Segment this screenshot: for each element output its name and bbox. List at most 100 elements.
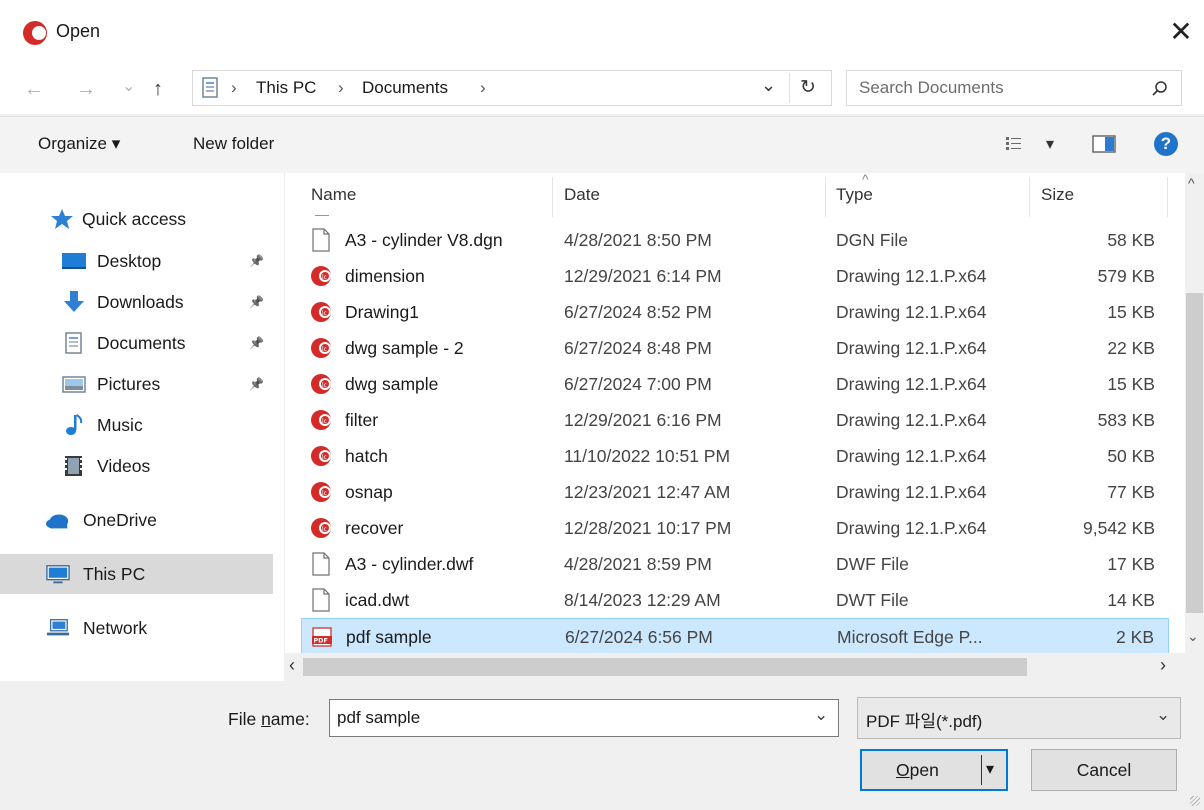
search-icon[interactable] [1151,80,1169,98]
file-date: 6/27/2024 7:00 PM [564,374,712,394]
open-options-dropdown-icon[interactable]: ▾ [986,759,994,779]
refresh-button[interactable]: ↻ [800,76,816,99]
recent-locations-button[interactable]: ⌄ [122,76,135,96]
scroll-down-button[interactable]: ⌄ [1187,628,1199,645]
file-size: 14 KB [1107,590,1155,610]
search-box[interactable]: Search Documents [846,70,1182,106]
breadcrumb-separator: › [338,78,344,97]
horizontal-scroll-thumb[interactable] [303,658,1027,676]
file-name: A3 - cylinder V8.dgn [345,230,503,250]
scroll-left-button[interactable]: ‹ [289,655,295,676]
file-date: 6/27/2024 8:48 PM [564,338,712,358]
file-name-combobox[interactable]: pdf sample ⌄ [329,699,839,737]
file-name: dimension [345,266,425,286]
file-type-select[interactable]: PDF 파일(*.pdf) ⌄ [857,697,1181,739]
breadcrumb-separator: › [231,78,237,97]
view-options-dropdown[interactable]: ▾ [1046,134,1054,154]
sidebar-item-pictures[interactable]: Pictures 📌 [0,364,273,404]
view-options-icon[interactable] [1005,135,1025,153]
sidebar-item-network[interactable]: Network [0,608,273,648]
sidebar-item-music[interactable]: Music [0,405,273,445]
file-row[interactable]: lc dwg sample - 2 6/27/2024 8:48 PM Drawing… [301,330,1169,366]
app-logo-icon [23,21,47,45]
file-size: 17 KB [1107,554,1155,574]
file-name: A3 - cylinder.dwf [345,554,474,574]
column-divider[interactable] [1029,177,1030,217]
file-row[interactable]: A3 - cylinder.dwf 4/28/2021 8:59 PM DWF Fi… [301,546,1169,582]
address-bar[interactable]: › This PC › Documents › ⌄ ↻ [192,70,832,106]
new-folder-button[interactable]: New folder [193,134,274,154]
sidebar-item-downloads[interactable]: Downloads 📌 [0,282,273,322]
sidebar-item-label: Quick access [82,208,187,229]
sidebar-item-videos[interactable]: Videos [0,446,273,486]
file-row[interactable]: lc recover 12/28/2021 10:17 PM Drawing 12.1… [301,510,1169,546]
preview-pane-icon[interactable] [1092,135,1116,153]
file-row[interactable]: lc Drawing1 6/27/2024 8:52 PM Drawing 12.1.… [301,294,1169,330]
svg-text:lc: lc [322,454,327,461]
file-row[interactable]: A3 - cylinder V8.dgn 4/28/2021 8:50 PM DGN… [301,222,1169,258]
file-name-input[interactable]: pdf sample [337,708,420,728]
file-row[interactable]: lc hatch 11/10/2022 10:51 PM Drawing 12.1.P… [301,438,1169,474]
file-row[interactable]: lc filter 12/29/2021 6:16 PM Drawing 12.1.P… [301,402,1169,438]
address-divider [789,73,790,103]
search-input[interactable]: Search Documents [859,78,1004,98]
file-row[interactable]: lc dwg sample 6/27/2024 7:00 PM Drawing 12.… [301,366,1169,402]
column-header-type[interactable]: Type [836,185,873,205]
column-divider[interactable] [1167,177,1168,217]
sidebar-item-desktop[interactable]: Desktop 📌 [0,241,273,281]
up-button[interactable]: ↑ [153,78,163,101]
file-type: Drawing 12.1.P.x64 [836,482,987,502]
sidebar-item-quick-access[interactable]: Quick access [0,199,273,239]
file-type: DWF File [836,554,909,574]
file-name: osnap [345,482,393,502]
star-icon [51,209,73,229]
file-row[interactable]: icad.dwt 8/14/2023 12:29 AM DWT File 14 KB [301,582,1169,618]
open-button[interactable]: Open ▾ [860,749,1008,791]
file-date: 6/27/2024 8:52 PM [564,302,712,322]
file-row[interactable]: PDF pdf sample 6/27/2024 6:56 PM Microsoft … [301,618,1169,654]
cancel-button[interactable]: Cancel [1031,749,1177,791]
address-dropdown-button[interactable]: ⌄ [761,75,776,96]
breadcrumb-documents[interactable]: Documents [362,78,448,98]
sidebar-item-this-pc[interactable]: This PC [0,554,273,594]
column-header-size[interactable]: Size [1041,185,1074,205]
file-date: 6/27/2024 6:56 PM [565,627,713,647]
svg-text:lc: lc [322,274,327,281]
vertical-scroll-thumb[interactable] [1186,293,1203,613]
file-row[interactable]: lc osnap 12/23/2021 12:47 AM Drawing 12.1.P… [301,474,1169,510]
svg-text:lc: lc [322,382,327,389]
sidebar-item-documents[interactable]: Documents 📌 [0,323,273,363]
file-name: pdf sample [346,627,432,647]
cad-file-icon: lc [311,302,331,322]
pictures-icon [62,376,86,393]
back-button[interactable]: ← [24,78,44,101]
forward-button[interactable]: → [76,78,96,101]
column-divider[interactable] [825,177,826,217]
file-size: 579 KB [1097,266,1155,286]
file-size: 58 KB [1107,230,1155,250]
file-name-dropdown-button[interactable]: ⌄ [814,705,828,725]
file-date: 12/28/2021 10:17 PM [564,518,732,538]
column-header-name[interactable]: Name [311,185,356,205]
file-row[interactable]: lc dimension 12/29/2021 6:14 PM Drawing 12.… [301,258,1169,294]
sidebar-item-label: OneDrive [83,509,157,530]
scroll-up-button[interactable]: ^ [1188,175,1195,191]
column-divider[interactable] [552,177,553,217]
resize-grip[interactable] [1190,796,1200,806]
scroll-right-button[interactable]: › [1160,655,1166,676]
file-type: Drawing 12.1.P.x64 [836,338,987,358]
file-date: 11/10/2022 10:51 PM [564,446,731,466]
help-icon[interactable]: ? [1154,132,1178,156]
file-size: 15 KB [1107,302,1155,322]
music-icon [66,414,83,435]
column-header-date[interactable]: Date [564,185,600,205]
computer-icon [46,565,70,584]
sort-indicator-icon: ^ [862,171,869,187]
close-button[interactable]: ✕ [1166,15,1196,49]
sidebar-item-label: Desktop [97,250,162,271]
sidebar-item-onedrive[interactable]: OneDrive [0,500,273,540]
file-size: 50 KB [1107,446,1155,466]
breadcrumb-this-pc[interactable]: This PC [256,78,316,98]
file-date: 12/29/2021 6:14 PM [564,266,722,286]
organize-button[interactable]: Organize ▾ [38,134,120,154]
